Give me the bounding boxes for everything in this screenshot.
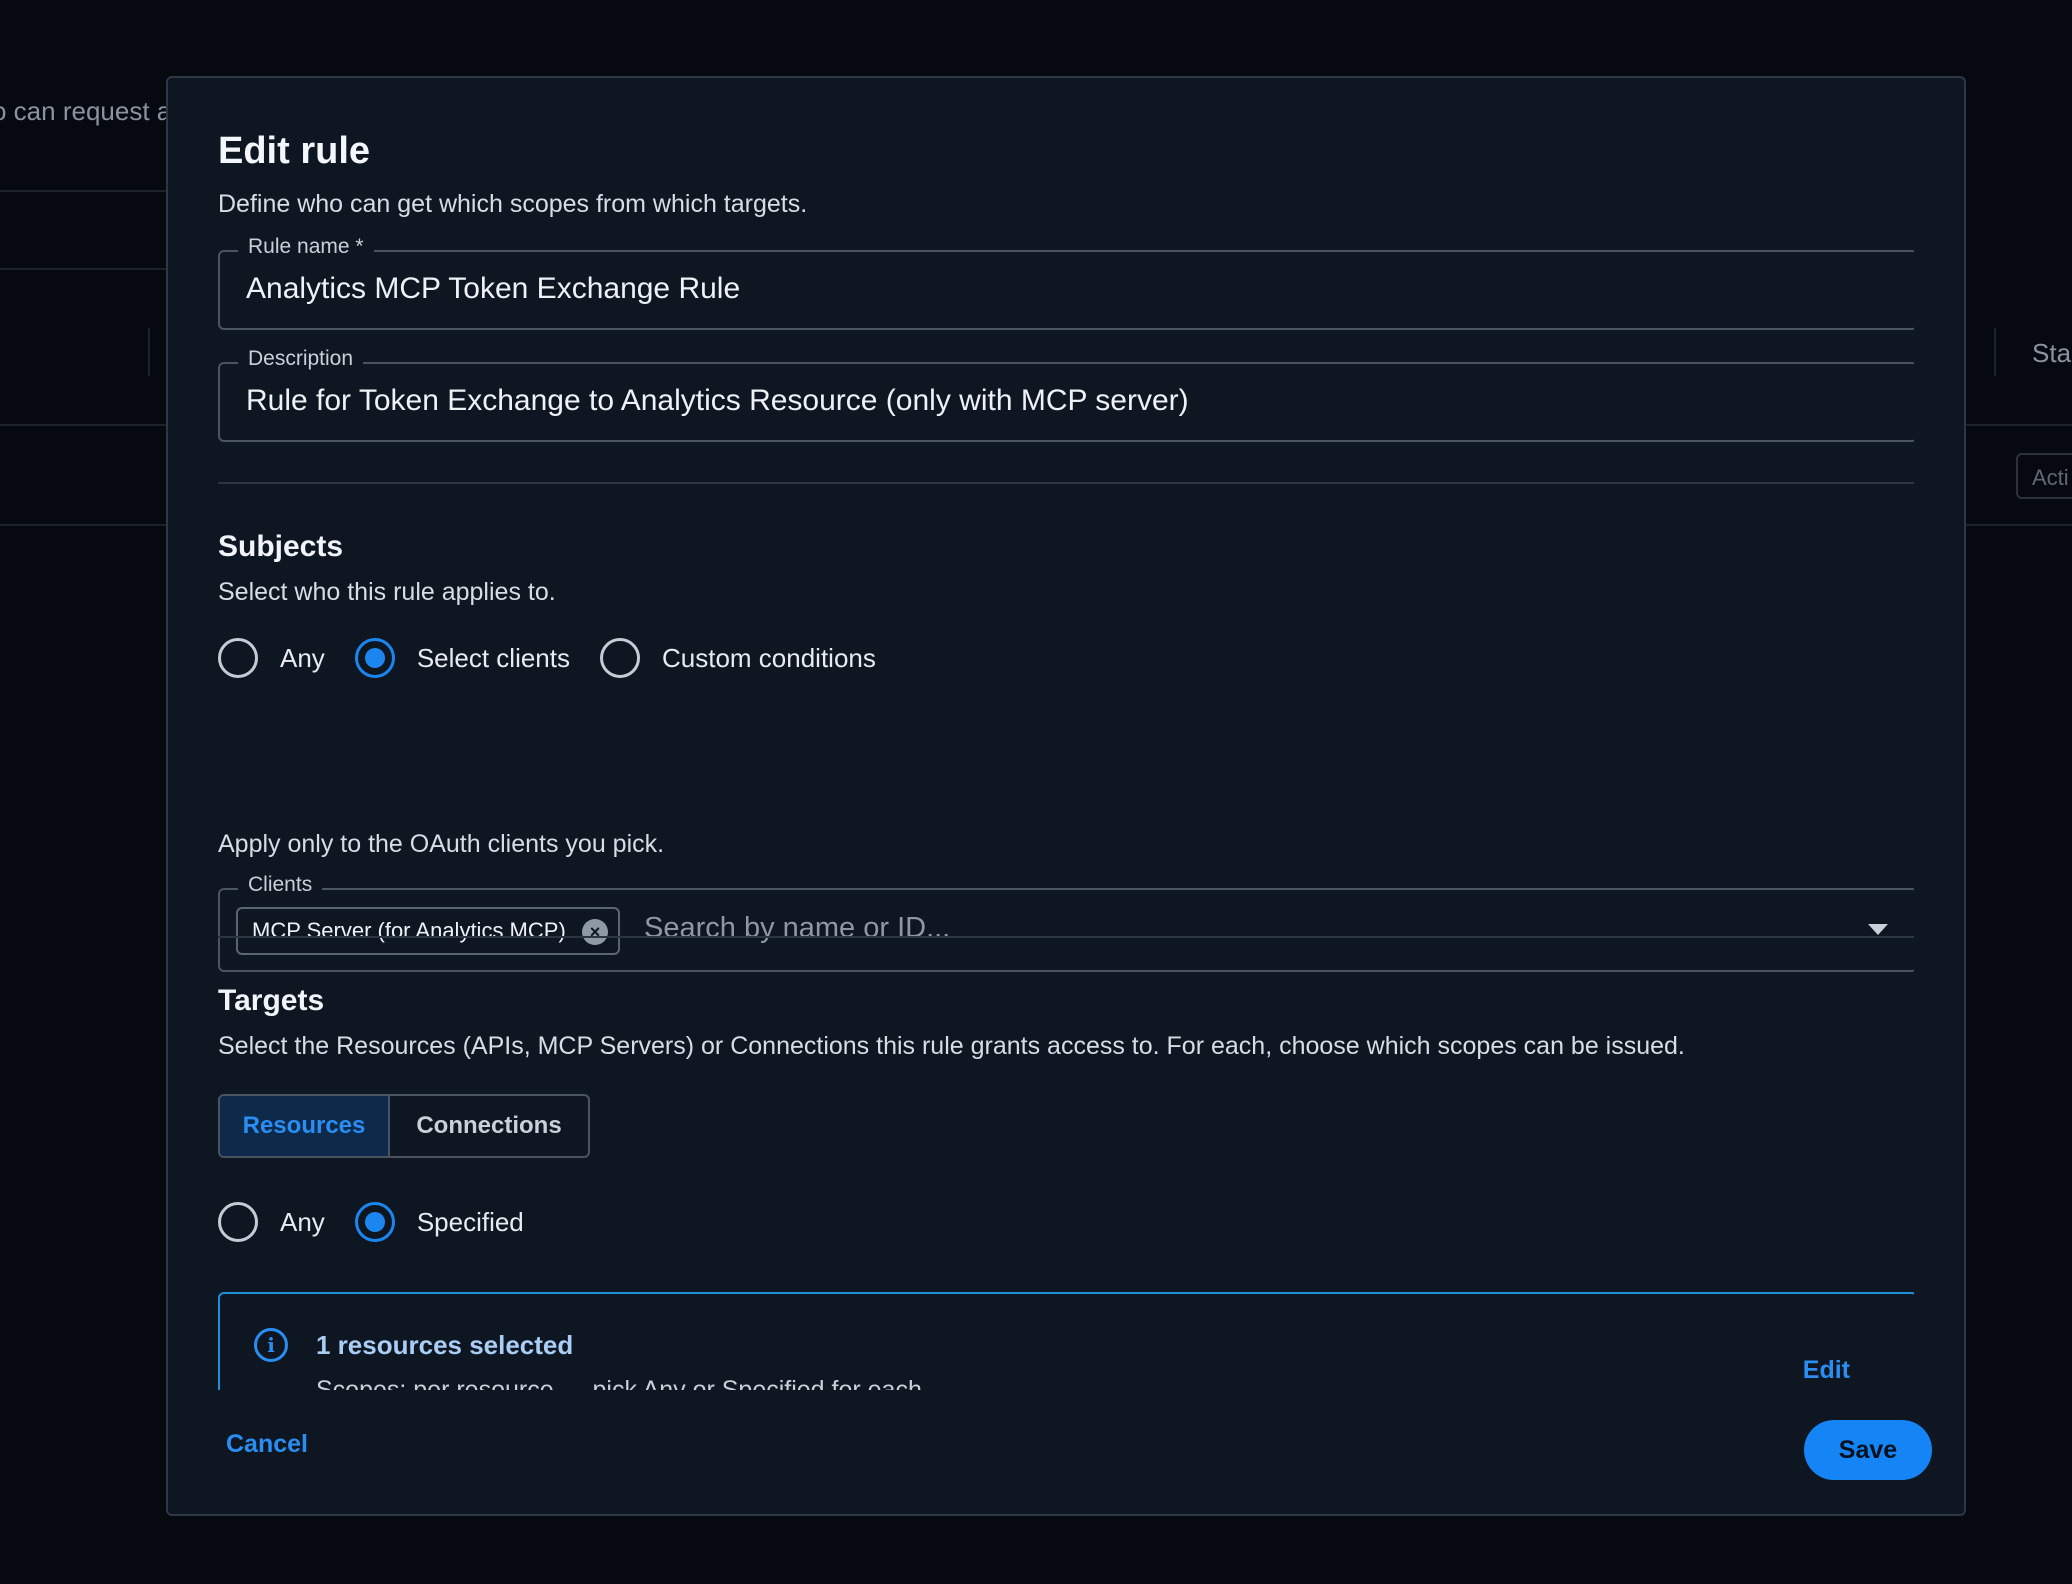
- background-column-separator: [1994, 328, 1996, 376]
- save-button[interactable]: Save: [1804, 1420, 1932, 1480]
- cancel-button[interactable]: Cancel: [226, 1430, 308, 1459]
- dialog-title: Edit rule: [218, 130, 371, 172]
- subjects-option-select-clients[interactable]: Select clients: [354, 638, 570, 678]
- dialog-subtitle: Define who can get which scopes from whi…: [218, 190, 808, 218]
- background-description-text: o can request a: [0, 96, 172, 126]
- background-divider: [0, 424, 166, 426]
- radio-label: Any: [280, 642, 325, 673]
- radio-unchecked-icon[interactable]: [600, 638, 640, 678]
- section-divider: [218, 936, 1914, 938]
- info-icon: i: [254, 1328, 288, 1362]
- background-column-separator: [148, 328, 150, 376]
- section-divider: [218, 482, 1914, 484]
- info-subtitle: Scopes: per resource — pick Any or Speci…: [316, 1376, 922, 1390]
- rule-name-field[interactable]: Rule name * Analytics MCP Token Exchange…: [218, 235, 1914, 330]
- targets-tab-group: Resources Connections: [218, 1094, 590, 1158]
- radio-unchecked-icon[interactable]: [218, 638, 258, 678]
- rule-name-input[interactable]: Analytics MCP Token Exchange Rule: [246, 272, 740, 306]
- radio-label: Specified: [416, 1206, 524, 1237]
- info-title: 1 resources selected: [316, 1330, 574, 1360]
- radio-label: Select clients: [416, 642, 570, 673]
- chevron-down-icon[interactable]: [1868, 924, 1888, 935]
- background-status-chip: Acti: [2016, 453, 2072, 499]
- radio-checked-icon[interactable]: [354, 1202, 395, 1242]
- remove-chip-icon[interactable]: ×: [582, 919, 608, 945]
- clients-select-field[interactable]: Clients MCP Server (for Analytics MCP) ×…: [218, 873, 1914, 972]
- rule-name-label: Rule name *: [238, 235, 374, 259]
- radio-label: Custom conditions: [662, 642, 876, 673]
- radio-label: Any: [280, 1206, 325, 1237]
- selected-client-chip: MCP Server (for Analytics MCP) ×: [236, 907, 620, 955]
- subjects-option-custom-conditions[interactable]: Custom conditions: [600, 638, 876, 678]
- subjects-title: Subjects: [218, 530, 344, 563]
- radio-unchecked-icon[interactable]: [218, 1202, 258, 1242]
- description-field[interactable]: Description Rule for Token Exchange to A…: [218, 347, 1914, 442]
- dialog-content: Edit rule Define who can get which scope…: [218, 78, 1914, 1390]
- radio-checked-icon[interactable]: [354, 638, 395, 678]
- background-divider: [0, 268, 166, 270]
- edit-resources-link[interactable]: Edit: [1803, 1356, 1850, 1385]
- subjects-description: Select who this rule applies to.: [218, 578, 556, 606]
- targets-title: Targets: [218, 984, 325, 1017]
- dialog-footer: Cancel Save: [168, 1390, 1964, 1514]
- background-status-header: Sta: [2032, 338, 2072, 368]
- tab-resources[interactable]: Resources: [220, 1096, 390, 1156]
- targets-radio-group: Any Specified: [218, 1202, 554, 1242]
- description-input[interactable]: Rule for Token Exchange to Analytics Res…: [246, 384, 1189, 418]
- tab-connections[interactable]: Connections: [390, 1096, 588, 1156]
- targets-description: Select the Resources (APIs, MCP Servers)…: [218, 1032, 1685, 1060]
- background-divider: [1966, 424, 2072, 426]
- targets-option-any[interactable]: Any: [218, 1202, 325, 1242]
- edit-rule-dialog: Edit rule Define who can get which scope…: [166, 76, 1966, 1516]
- subjects-option-any[interactable]: Any: [218, 638, 325, 678]
- subjects-radio-group: Any Select clients Custom conditions: [218, 638, 906, 678]
- client-chip-label: MCP Server (for Analytics MCP): [252, 918, 566, 943]
- clients-helper-text: Apply only to the OAuth clients you pick…: [218, 830, 665, 858]
- background-divider: [0, 524, 166, 526]
- clients-label: Clients: [238, 873, 323, 897]
- targets-option-specified[interactable]: Specified: [354, 1202, 524, 1242]
- background-divider: [0, 190, 166, 192]
- description-label: Description: [238, 347, 364, 371]
- background-divider: [1966, 524, 2072, 526]
- resources-selected-info: i 1 resources selected Scopes: per resou…: [218, 1292, 1914, 1390]
- clients-search-input[interactable]: Search by name or ID...: [644, 912, 950, 945]
